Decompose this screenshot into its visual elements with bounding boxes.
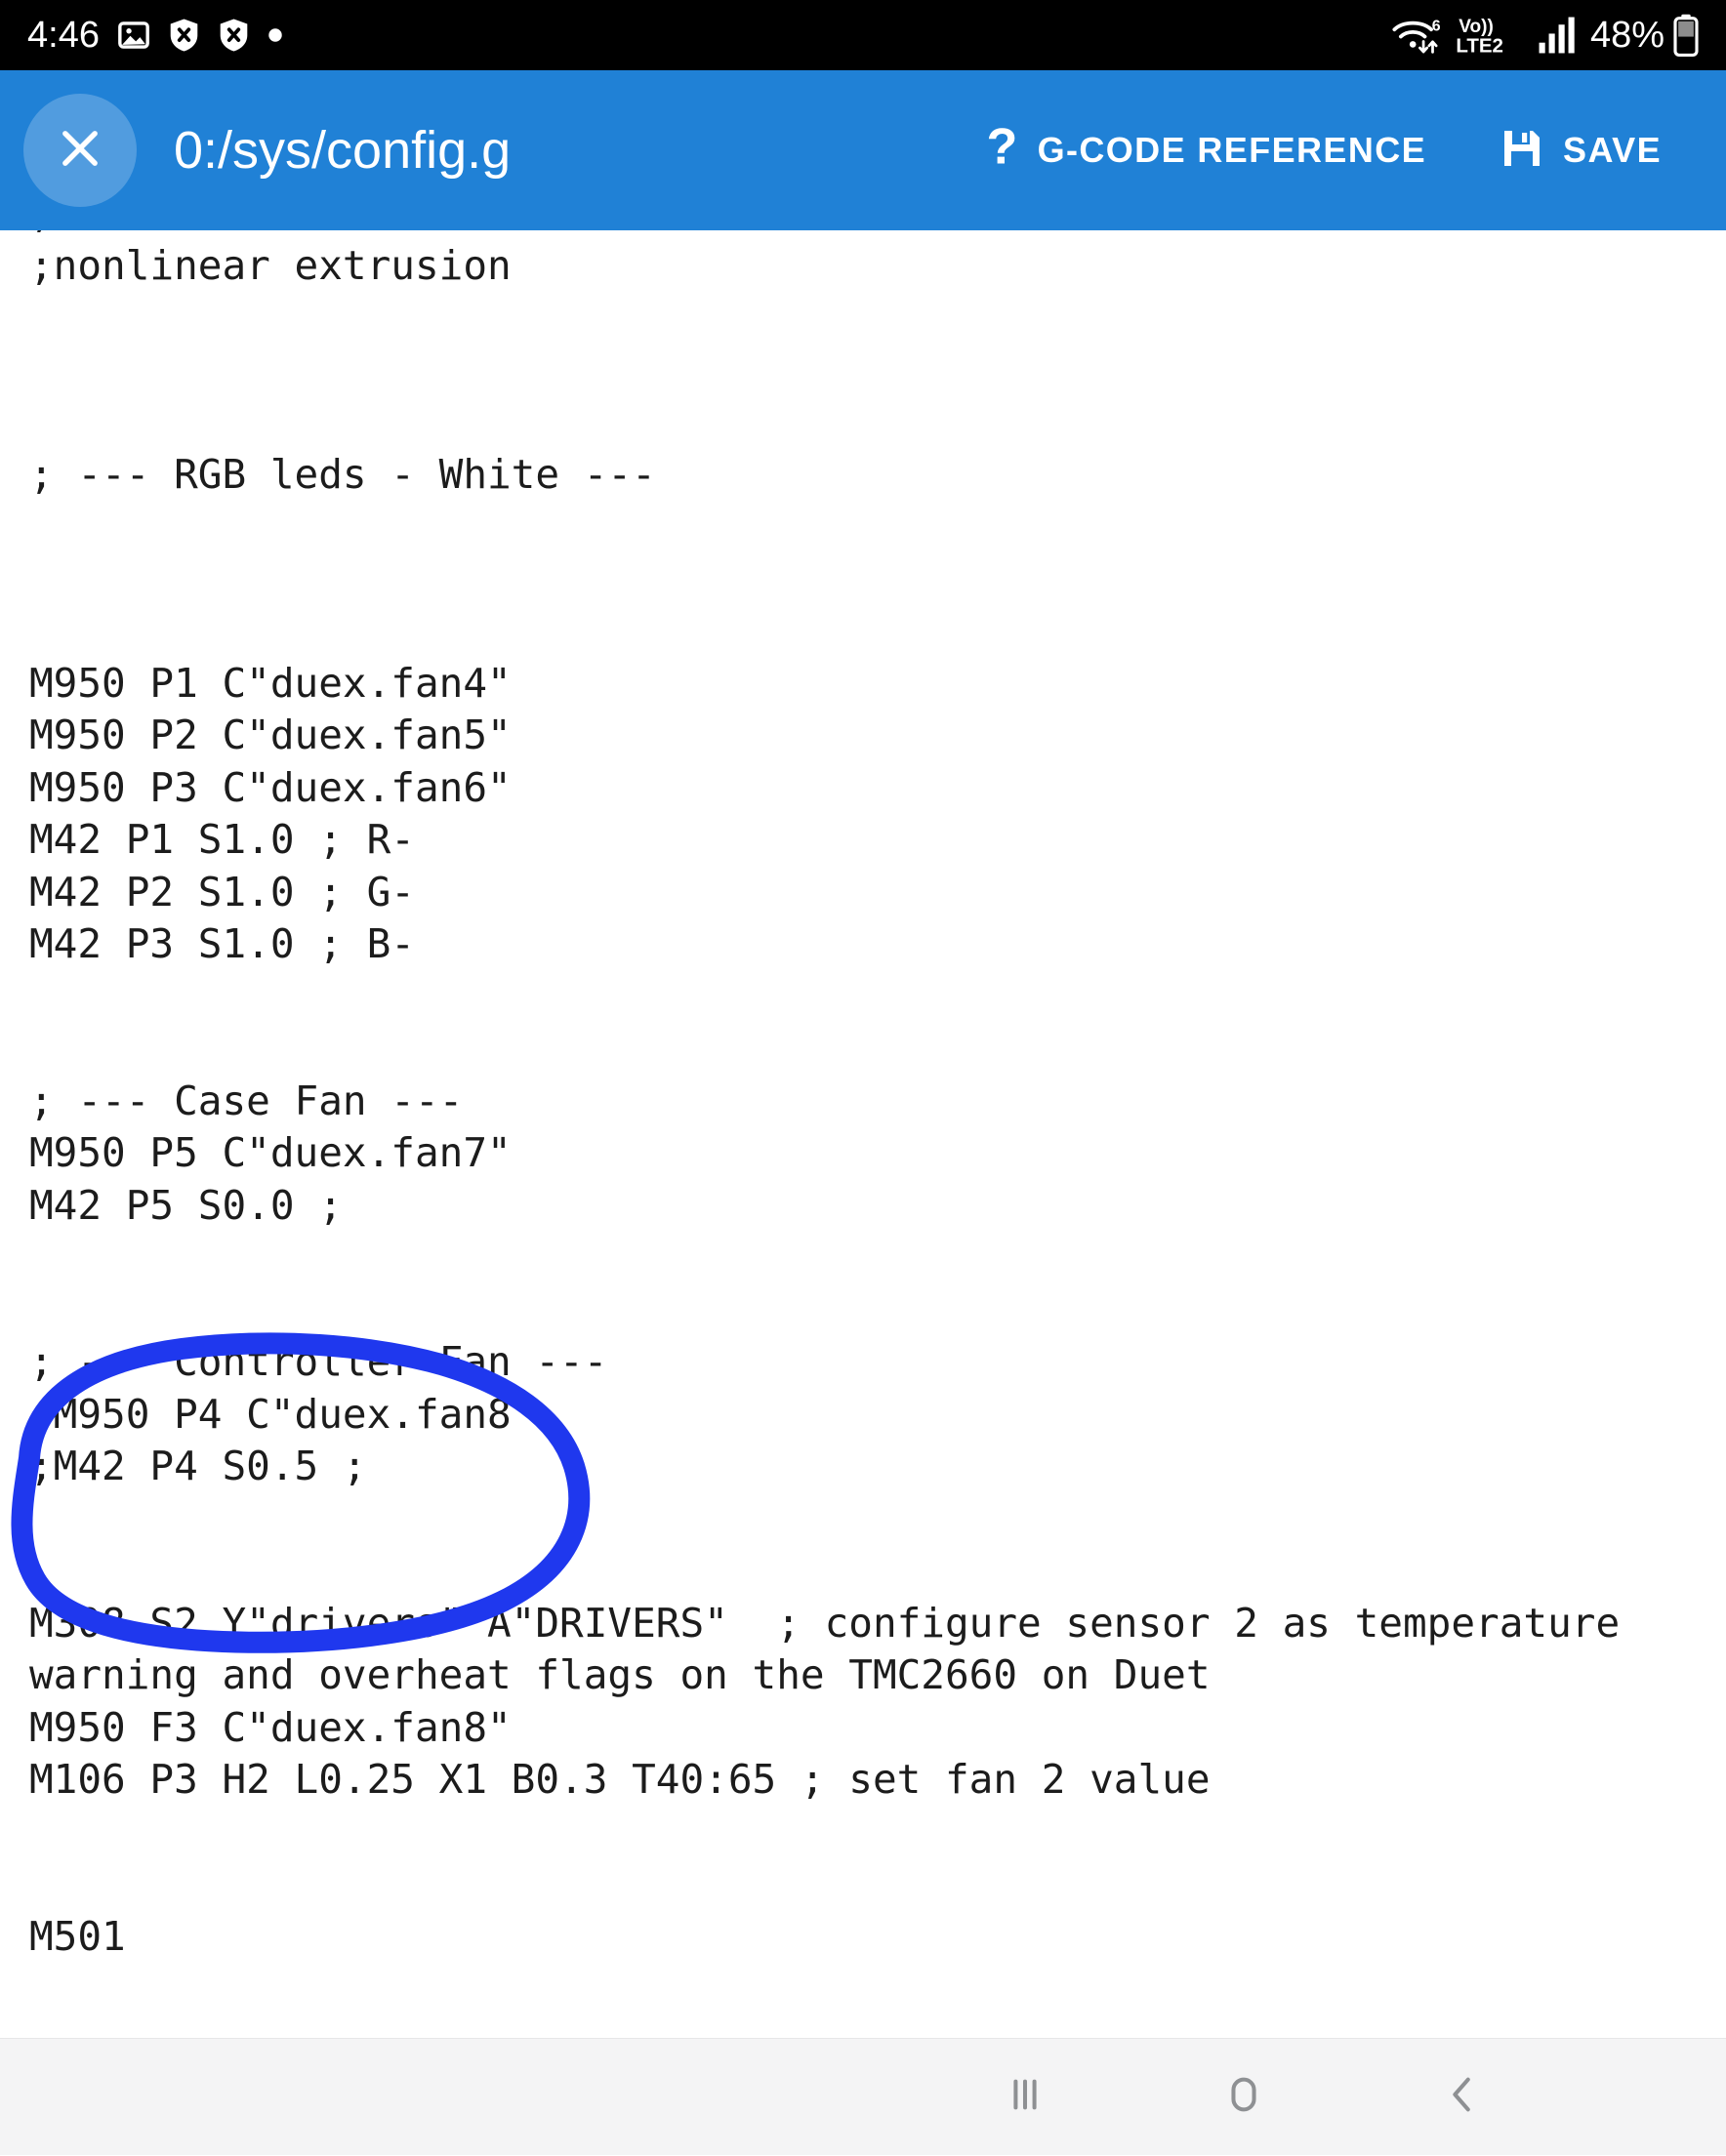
code-text[interactable]: ;;nonlinear extrusion ; --- RGB leds - W…	[29, 230, 1718, 1963]
code-line: M950 P2 C"duex.fan5"	[29, 712, 512, 758]
save-label: SAVE	[1563, 130, 1662, 170]
back-button[interactable]	[1404, 2039, 1521, 2156]
code-line: M106 P3 H2 L0.25 X1 B0.3 T40:65 ; set fa…	[29, 1756, 1211, 1803]
code-line: ;	[29, 230, 1718, 240]
code-editor[interactable]: ;;nonlinear extrusion ; --- RGB leds - W…	[0, 230, 1726, 2038]
home-button[interactable]	[1185, 2039, 1302, 2156]
code-line: M950 F3 C"duex.fan8"	[29, 1703, 512, 1751]
code-line: M950 P5 C"duex.fan7"	[29, 1129, 512, 1176]
battery-icon	[1673, 14, 1699, 57]
gcode-reference-button[interactable]: ? G-CODE REFERENCE	[981, 118, 1427, 180]
svg-text:6: 6	[1432, 19, 1441, 35]
recents-icon	[1003, 2072, 1048, 2122]
status-bar-left: 4:46	[27, 17, 283, 54]
battery-percent-label: 48%	[1589, 15, 1664, 56]
status-bar: 4:46 6 Vo)) LTE2 48%	[0, 0, 1726, 70]
code-line: ; --- RGB leds - White ---	[29, 450, 656, 498]
code-line: ; --- Case Fan ---	[29, 1077, 464, 1124]
dot-icon	[267, 27, 283, 43]
status-bar-clock: 4:46	[27, 15, 100, 56]
wifi-6-icon: 6	[1390, 14, 1447, 57]
svg-text:LTE2: LTE2	[1456, 35, 1503, 57]
page-title: 0:/sys/config.g	[174, 121, 512, 180]
shield-block-icon	[218, 18, 250, 53]
gcode-reference-label: G-CODE REFERENCE	[1037, 130, 1427, 170]
status-bar-right: 6 Vo)) LTE2 48%	[1390, 14, 1699, 57]
code-line: M308 S2 Y"drivers" A"DRIVERS" ; configur…	[29, 1599, 1644, 1699]
code-line: ;M950 P4 C"duex.fan8"	[29, 1390, 536, 1438]
code-line: M42 P2 S1.0 ; G-	[29, 868, 415, 915]
save-button[interactable]: SAVE	[1499, 125, 1662, 177]
home-icon	[1221, 2072, 1266, 2122]
app-header: 0:/sys/config.g ? G-CODE REFERENCE SAVE	[0, 70, 1726, 230]
recents-button[interactable]	[966, 2039, 1084, 2156]
close-icon	[55, 123, 105, 179]
code-line: ; --- Controller Fan ---	[29, 1338, 608, 1385]
code-line: ;M42 P4 S0.5 ;	[29, 1443, 367, 1489]
back-chevron-icon	[1440, 2072, 1485, 2122]
code-line: ;nonlinear extrusion	[29, 241, 512, 289]
question-mark-icon: ?	[981, 118, 1020, 180]
floppy-disk-icon	[1499, 125, 1545, 177]
code-line: M950 P3 C"duex.fan6"	[29, 763, 512, 811]
code-line: M42 P1 S1.0 ; R-	[29, 816, 415, 863]
image-icon	[117, 19, 150, 52]
shield-block-icon	[168, 18, 200, 53]
volte-lte2-icon: Vo)) LTE2	[1456, 14, 1528, 57]
code-line: M42 P3 S1.0 ; B-	[29, 920, 415, 967]
svg-text:?: ?	[986, 122, 1017, 175]
system-navigation-bar	[0, 2038, 1726, 2155]
code-line: M950 P1 C"duex.fan4"	[29, 659, 512, 707]
close-button[interactable]	[23, 94, 137, 207]
code-line: M501	[29, 1912, 126, 1960]
code-line: M42 P5 S0.0 ;	[29, 1181, 343, 1229]
signal-bars-icon	[1537, 16, 1578, 55]
